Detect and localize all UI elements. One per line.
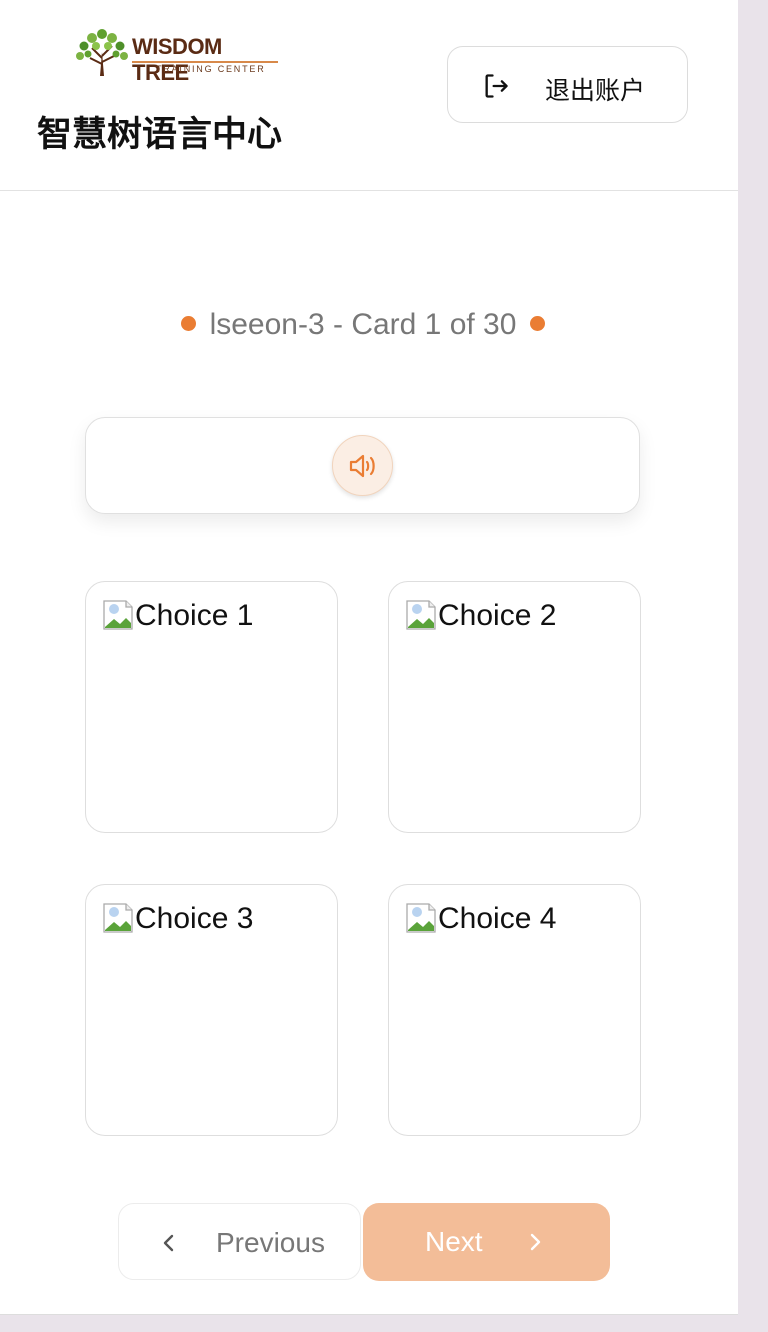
- broken-image-icon: [406, 600, 436, 630]
- page: WISDOM TREE TRAINING CENTER 智慧树语言中心 退出账户…: [0, 0, 738, 1315]
- choice-card-4[interactable]: Choice 4: [388, 884, 641, 1136]
- next-label: Next: [425, 1226, 483, 1257]
- logo-wordmark: WISDOM TREE: [132, 34, 222, 85]
- choice-alt-text: Choice 2: [438, 599, 557, 632]
- broken-image-icon: [103, 600, 133, 630]
- choice-image-2: Choice 2: [405, 599, 556, 633]
- play-audio-button[interactable]: [332, 435, 393, 496]
- logout-button[interactable]: 退出账户: [447, 46, 688, 123]
- choice-image-4: Choice 4: [405, 902, 556, 936]
- chevron-left-icon: [163, 1234, 174, 1252]
- wisdom-tree-logo: WISDOM TREE TRAINING CENTER: [72, 24, 282, 85]
- chevron-right-icon: [530, 1233, 541, 1251]
- choice-alt-text: Choice 4: [438, 902, 557, 935]
- logout-icon: [485, 74, 508, 98]
- logo-tagline: TRAINING CENTER: [156, 64, 266, 74]
- site-title: 智慧树语言中心: [37, 115, 283, 155]
- choice-card-3[interactable]: Choice 3: [85, 884, 338, 1136]
- logout-label: 退出账户: [545, 76, 646, 105]
- progress-dot-right: [530, 315, 546, 331]
- choice-alt-text: Choice 3: [135, 902, 254, 935]
- speaker-icon: [349, 454, 375, 478]
- tree-logo-icon: [76, 29, 128, 76]
- choice-image-1: Choice 1: [102, 599, 253, 633]
- choice-card-1[interactable]: Choice 1: [85, 581, 338, 833]
- choice-alt-text: Choice 1: [135, 599, 254, 632]
- logo-divider: [132, 61, 278, 63]
- card-progress: lseeon-3 - Card 1 of 30: [0, 308, 726, 342]
- broken-image-icon: [103, 903, 133, 933]
- audio-prompt-card: [85, 417, 640, 514]
- next-button[interactable]: Next: [363, 1203, 610, 1281]
- progress-text: lseeon-3 - Card 1 of 30: [209, 308, 517, 341]
- choice-image-3: Choice 3: [102, 902, 253, 936]
- progress-dot-left: [180, 315, 196, 331]
- choice-card-2[interactable]: Choice 2: [388, 581, 641, 833]
- previous-button[interactable]: Previous: [118, 1203, 361, 1280]
- app-header: WISDOM TREE TRAINING CENTER 智慧树语言中心 退出账户: [0, 0, 738, 191]
- broken-image-icon: [406, 903, 436, 933]
- previous-label: Previous: [216, 1227, 325, 1258]
